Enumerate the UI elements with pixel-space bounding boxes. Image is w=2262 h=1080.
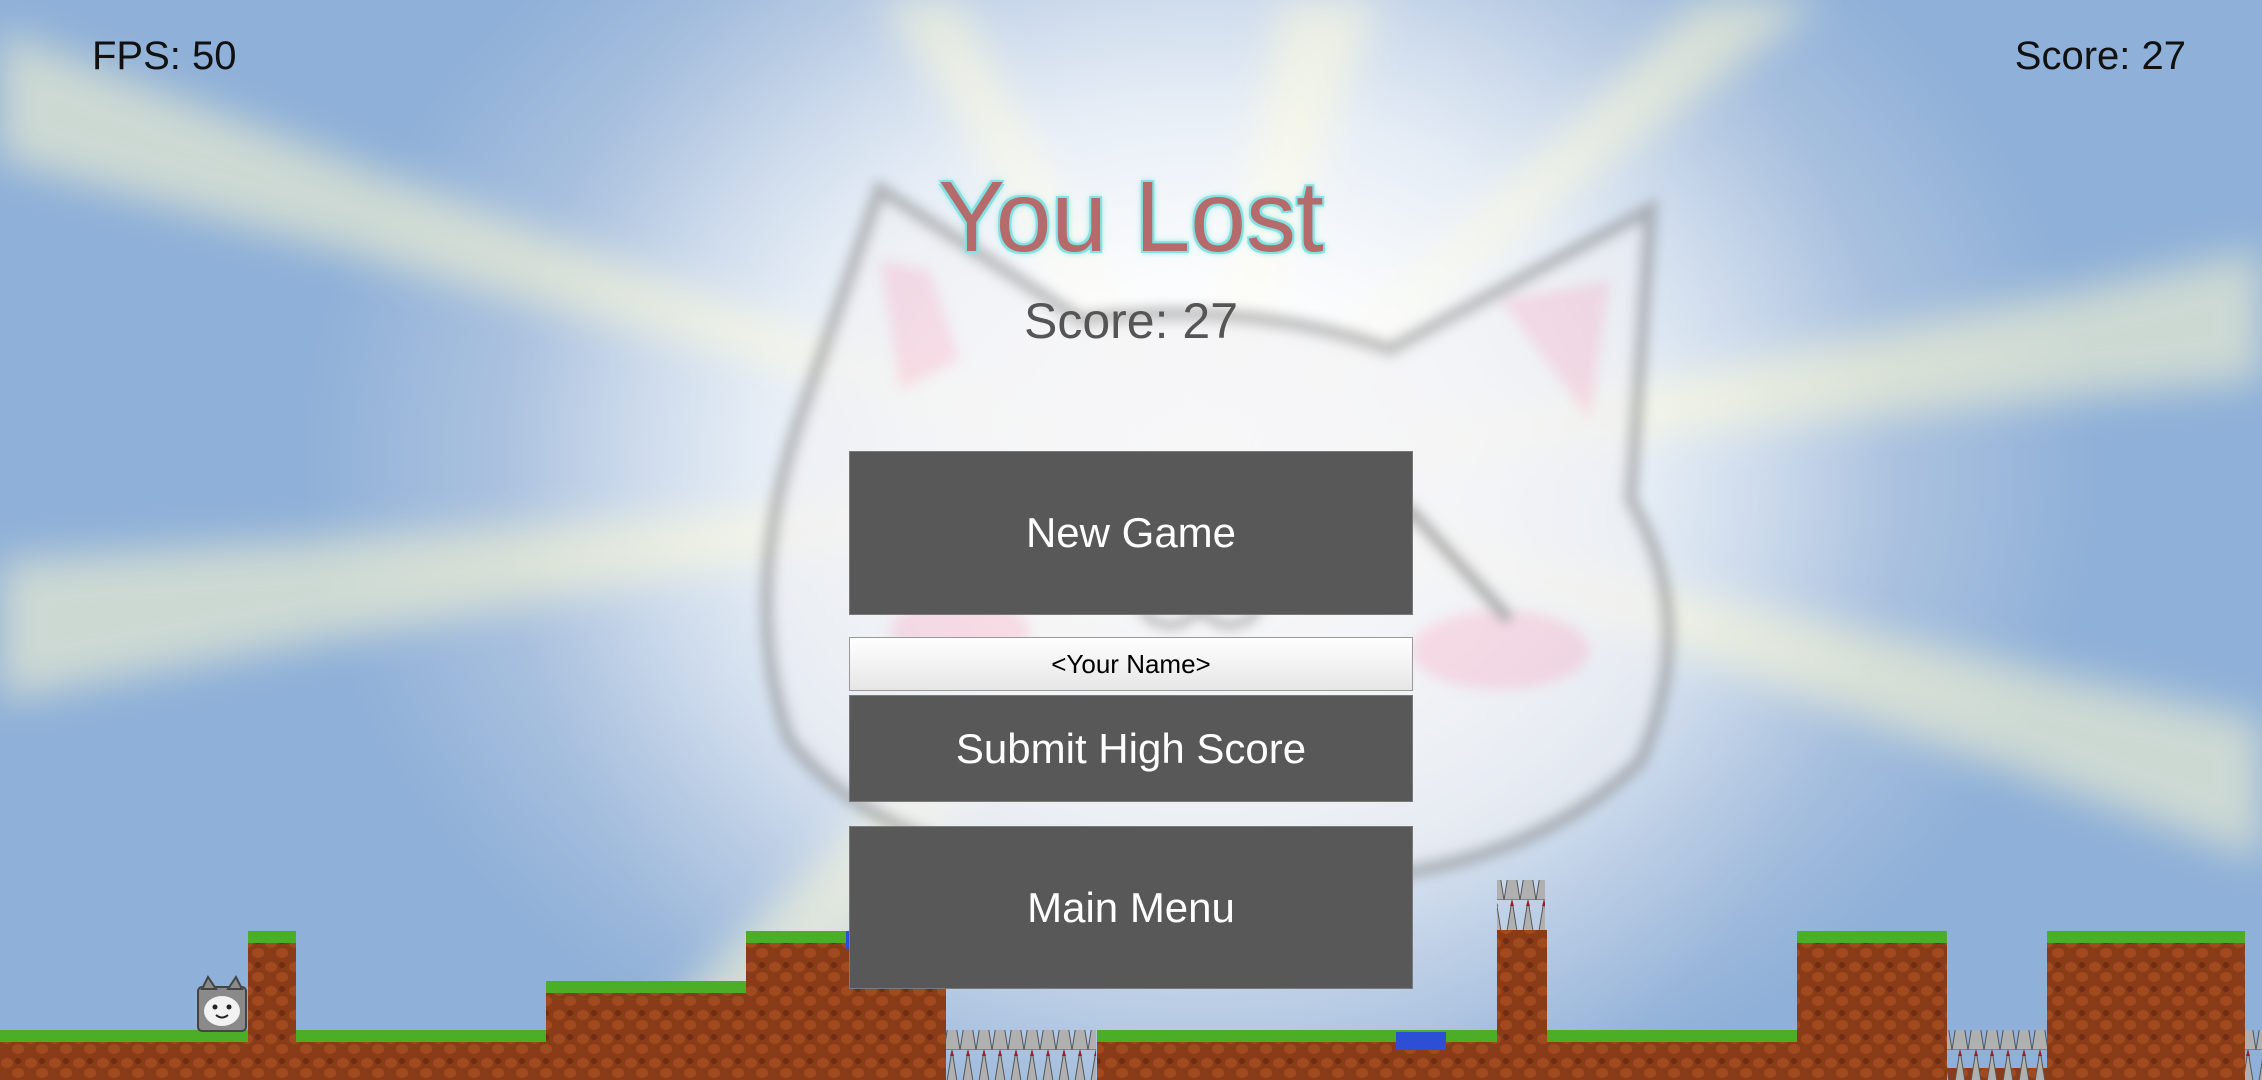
final-score: Score: 27 [1023, 293, 1238, 349]
score-counter: Score: 27 [2014, 34, 2186, 78]
main-menu-button[interactable]: Main Menu [849, 826, 1413, 989]
submit-high-score-button[interactable]: Submit High Score [849, 695, 1413, 802]
cat-player-icon [197, 975, 247, 1032]
game-over-title: You Lost [938, 161, 1324, 273]
new-game-button[interactable]: New Game [849, 451, 1413, 615]
fps-counter: FPS: 50 [92, 34, 237, 78]
player-name-input[interactable] [849, 637, 1413, 691]
